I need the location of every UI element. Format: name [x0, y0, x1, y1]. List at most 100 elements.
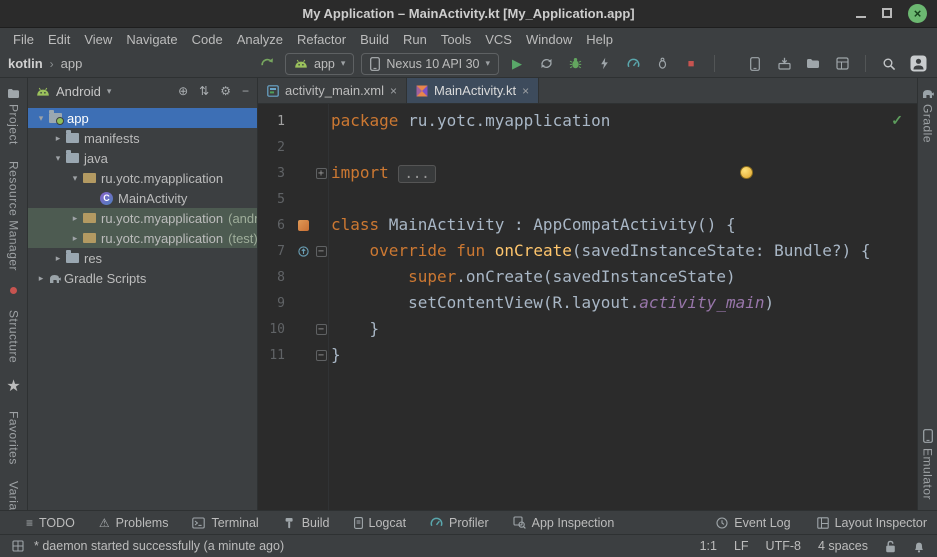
fold-marker-icon[interactable]: − — [316, 350, 327, 361]
chevron-down-icon[interactable]: ▾ — [51, 153, 65, 164]
fold-marker-icon[interactable]: − — [316, 324, 327, 335]
notifications-icon[interactable] — [913, 540, 925, 553]
toolwindow-button-structure[interactable]: Structure — [7, 310, 21, 363]
toolwindow-profiler[interactable]: Profiler — [430, 516, 489, 530]
code-area[interactable]: 1package ru.yotc.myapplication23+import … — [258, 104, 917, 510]
code-line-3[interactable]: 3+import ... — [258, 160, 917, 186]
menu-refactor[interactable]: Refactor — [290, 32, 353, 47]
tree-item-app[interactable]: ▾app — [28, 108, 257, 128]
tab-activity-main-xml[interactable]: activity_main.xml× — [258, 78, 407, 103]
run-config-select[interactable]: app ▾ — [285, 53, 354, 75]
breadcrumb-module[interactable]: kotlin — [8, 56, 43, 71]
search-everywhere-button[interactable] — [878, 53, 900, 75]
stripe-star-icon[interactable]: ★ — [6, 379, 20, 395]
toolwindow-terminal[interactable]: Terminal — [192, 516, 258, 530]
toolwindow-app-inspection[interactable]: App Inspection — [513, 516, 615, 530]
tree-item-java[interactable]: ▾java — [28, 148, 257, 168]
menu-tools[interactable]: Tools — [434, 32, 478, 47]
tree-item-gradle-scripts[interactable]: ▸Gradle Scripts — [28, 268, 257, 288]
chevron-down-icon[interactable]: ▾ — [68, 173, 82, 184]
toolwindow-button-favorites[interactable]: Favorites — [7, 411, 21, 465]
layout-inspector-button[interactable] — [831, 53, 853, 75]
apply-changes-button[interactable] — [535, 53, 557, 75]
menu-edit[interactable]: Edit — [41, 32, 77, 47]
menu-run[interactable]: Run — [396, 32, 434, 47]
caret-position[interactable]: 1:1 — [700, 539, 717, 553]
menu-file[interactable]: File — [6, 32, 41, 47]
tree-item-ru-yotc-myapplication[interactable]: ▸ru.yotc.myapplication(androidTest) — [28, 208, 257, 228]
close-button[interactable]: × — [908, 4, 927, 23]
toolwindow-problems[interactable]: ⚠Problems — [99, 516, 169, 530]
tree-item-res[interactable]: ▸res — [28, 248, 257, 268]
chevron-right-icon[interactable]: ▸ — [68, 213, 82, 224]
chevron-right-icon[interactable]: ▸ — [51, 133, 65, 144]
apply-code-changes-button[interactable] — [593, 53, 615, 75]
chevron-right-icon[interactable]: ▸ — [51, 253, 65, 264]
menu-analyze[interactable]: Analyze — [230, 32, 290, 47]
fold-marker-icon[interactable]: + — [316, 168, 327, 179]
tab-mainactivity-kt[interactable]: MainActivity.kt× — [407, 78, 539, 103]
toolwindow-build[interactable]: Build — [283, 516, 330, 530]
menu-window[interactable]: Window — [519, 32, 579, 47]
run-button[interactable]: ▶ — [506, 53, 528, 75]
chevron-right-icon[interactable]: ▸ — [34, 273, 48, 284]
inspections-ok-icon[interactable]: ✓ — [891, 112, 903, 129]
chevron-down-icon[interactable]: ▾ — [34, 113, 48, 124]
menu-view[interactable]: View — [77, 32, 119, 47]
tree-item-manifests[interactable]: ▸manifests — [28, 128, 257, 148]
menu-help[interactable]: Help — [579, 32, 620, 47]
gradle-sync-icon[interactable] — [256, 53, 278, 75]
line-ending-indicator[interactable]: LF — [734, 539, 749, 553]
debug-button[interactable] — [564, 53, 586, 75]
sdk-manager-button[interactable] — [773, 53, 795, 75]
code-line-7[interactable]: 7− override fun onCreate(savedInstanceSt… — [258, 238, 917, 264]
run-class-gutter-icon[interactable] — [298, 220, 309, 231]
indent-indicator[interactable]: 4 spaces — [818, 539, 868, 553]
expand-collapse-icon[interactable]: ⇅ — [199, 84, 209, 98]
tab-close-icon[interactable]: × — [390, 85, 397, 97]
hide-panel-icon[interactable]: − — [242, 84, 249, 98]
toolwindow-button-gradle[interactable]: Gradle — [921, 88, 935, 143]
lock-icon[interactable] — [885, 540, 896, 553]
toolwindow-layout-inspector[interactable]: Layout Inspector — [817, 516, 927, 530]
chevron-right-icon[interactable]: ▸ — [68, 233, 82, 244]
menu-code[interactable]: Code — [185, 32, 230, 47]
code-line-9[interactable]: 9 setContentView(R.layout.activity_main) — [258, 290, 917, 316]
device-file-explorer-button[interactable] — [802, 53, 824, 75]
device-manager-button[interactable] — [744, 53, 766, 75]
menu-build[interactable]: Build — [353, 32, 396, 47]
fold-marker-icon[interactable]: − — [316, 246, 327, 257]
toolwindow-button-resource-manager[interactable]: Resource Manager — [7, 161, 21, 271]
tree-item-ru-yotc-myapplication[interactable]: ▾ru.yotc.myapplication — [28, 168, 257, 188]
override-gutter-icon[interactable] — [298, 246, 309, 257]
code-line-10[interactable]: 10− } — [258, 316, 917, 342]
stop-button[interactable]: ■ — [680, 53, 702, 75]
code-line-11[interactable]: 11−} — [258, 342, 917, 368]
minimize-button[interactable] — [856, 5, 866, 23]
intention-bulb-icon[interactable] — [740, 166, 753, 179]
toolwindow-switcher-icon[interactable] — [12, 540, 24, 552]
tab-close-icon[interactable]: × — [522, 85, 529, 97]
breadcrumb-app[interactable]: app — [61, 56, 83, 71]
menu-navigate[interactable]: Navigate — [119, 32, 184, 47]
profiler-button[interactable] — [622, 53, 644, 75]
code-line-8[interactable]: 8 super.onCreate(savedInstanceState) — [258, 264, 917, 290]
code-line-2[interactable]: 2 — [258, 134, 917, 160]
toolwindow-todo[interactable]: ≡TODO — [26, 516, 75, 530]
stripe-dot-icon[interactable] — [10, 287, 17, 294]
profile-avatar[interactable] — [907, 53, 929, 75]
toolwindow-event-log[interactable]: Event Log — [716, 516, 790, 530]
tree-item-ru-yotc-myapplication[interactable]: ▸ru.yotc.myapplication(test) — [28, 228, 257, 248]
toolwindow-button-project[interactable]: Project — [7, 88, 21, 145]
attach-debugger-button[interactable] — [651, 53, 673, 75]
code-line-5[interactable]: 5 — [258, 186, 917, 212]
maximize-button[interactable] — [882, 5, 892, 23]
encoding-indicator[interactable]: UTF-8 — [766, 539, 801, 553]
toolwindow-button-emulator[interactable]: Emulator — [921, 429, 935, 500]
menu-vcs[interactable]: VCS — [478, 32, 519, 47]
gear-icon[interactable]: ⚙ — [220, 84, 231, 98]
project-view-selector[interactable]: Android — [56, 84, 101, 99]
locate-file-icon[interactable]: ⊕ — [178, 84, 188, 98]
device-select[interactable]: Nexus 10 API 30 ▾ — [361, 53, 499, 75]
toolwindow-logcat[interactable]: Logcat — [354, 516, 407, 530]
